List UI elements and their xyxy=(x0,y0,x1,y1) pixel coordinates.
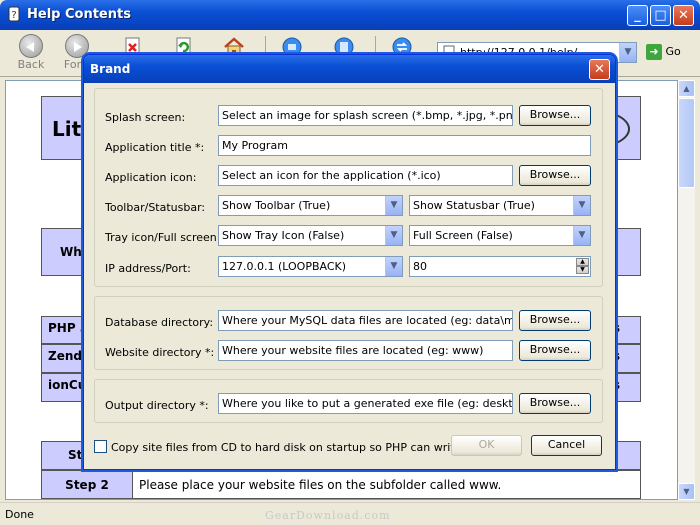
dialog-title: Brand xyxy=(90,62,131,76)
window-title: Help Contents xyxy=(27,7,131,22)
directories-group: Database directory: Where your MySQL dat… xyxy=(94,296,603,370)
dialog-close-button[interactable]: ✕ xyxy=(589,59,610,80)
app-title-field[interactable]: My Program xyxy=(218,135,591,156)
fullscreen-select[interactable]: Full Screen (False) ▼ xyxy=(409,225,591,246)
go-label: Go xyxy=(665,45,681,58)
app-title-label: Application title *: xyxy=(105,141,205,154)
scroll-up-icon[interactable]: ▲ xyxy=(678,80,695,97)
minimize-button[interactable]: _ xyxy=(627,5,648,26)
website-browse-button[interactable]: Browse... xyxy=(519,340,591,361)
close-button[interactable]: ✕ xyxy=(673,5,694,26)
statusbar-select[interactable]: Show Statusbar (True) ▼ xyxy=(409,195,591,216)
status-bar: Done GearDownload.com xyxy=(0,502,700,525)
chevron-down-icon[interactable]: ▼ xyxy=(385,196,402,215)
copy-files-label[interactable]: Copy site files from CD to hard disk on … xyxy=(111,441,487,454)
cancel-button[interactable]: Cancel xyxy=(531,435,602,456)
step2-label: Step 2 xyxy=(65,478,109,492)
toolbar-statusbar-label: Toolbar/Statusbar: xyxy=(105,201,206,214)
maximize-button[interactable]: □ xyxy=(650,5,671,26)
website-dir-label: Website directory *: xyxy=(105,346,215,359)
spin-up-icon[interactable]: ▲ xyxy=(576,258,589,266)
go-arrow-icon: ➜ xyxy=(646,44,662,60)
step2-text-cell: Please place your website files on the s… xyxy=(132,470,641,499)
watermark-text: GearDownload.com xyxy=(265,509,391,522)
ip-port-label: IP address/Port: xyxy=(105,262,191,275)
chevron-down-icon[interactable]: ▼ xyxy=(573,226,590,245)
port-spinner[interactable]: ▲ ▼ xyxy=(576,258,589,275)
splash-field[interactable]: Select an image for splash screen (*.bmp… xyxy=(218,105,513,126)
go-button[interactable]: ➜ Go xyxy=(646,44,681,60)
toolbar-select[interactable]: Show Toolbar (True) ▼ xyxy=(218,195,403,216)
step2-label-cell: Step 2 xyxy=(41,470,133,499)
svg-text:?: ? xyxy=(11,10,16,21)
back-arrow-icon xyxy=(19,34,43,58)
toolbar-select-value: Show Toolbar (True) xyxy=(222,199,331,212)
database-dir-field[interactable]: Where your MySQL data files are located … xyxy=(218,310,513,331)
output-dir-label: Output directory *: xyxy=(105,399,209,412)
app-icon-field[interactable]: Select an icon for the application (*.ic… xyxy=(218,165,513,186)
splash-label: Splash screen: xyxy=(105,111,186,124)
tray-icon-select[interactable]: Show Tray Icon (False) ▼ xyxy=(218,225,403,246)
website-dir-field[interactable]: Where your website files are located (eg… xyxy=(218,340,513,361)
tray-icon-select-value: Show Tray Icon (False) xyxy=(222,229,345,242)
app-icon-label: Application icon: xyxy=(105,171,197,184)
copy-files-checkbox[interactable] xyxy=(94,440,107,453)
database-dir-label: Database directory: xyxy=(105,316,214,329)
brand-dialog: Brand ✕ Splash screen: Select an image f… xyxy=(83,54,616,470)
application-settings-group: Splash screen: Select an image for splas… xyxy=(94,88,603,287)
statusbar-select-value: Show Statusbar (True) xyxy=(413,199,535,212)
scroll-thumb[interactable] xyxy=(678,98,695,188)
ip-address-select[interactable]: 127.0.0.1 (LOOPBACK) ▼ xyxy=(218,256,403,277)
help-app-icon: ? xyxy=(8,6,20,22)
status-text: Done xyxy=(5,508,34,521)
icon-browse-button[interactable]: Browse... xyxy=(519,165,591,186)
tray-fullscreen-label: Tray icon/Full screen: xyxy=(105,231,221,244)
ip-address-select-value: 127.0.0.1 (LOOPBACK) xyxy=(222,260,347,273)
output-browse-button[interactable]: Browse... xyxy=(519,393,591,414)
chevron-down-icon[interactable]: ▼ xyxy=(385,226,402,245)
window-titlebar: ? Help Contents _ □ ✕ xyxy=(0,0,700,30)
vertical-scrollbar[interactable]: ▲ ▼ xyxy=(678,80,695,500)
spin-down-icon[interactable]: ▼ xyxy=(576,266,589,274)
scroll-down-icon[interactable]: ▼ xyxy=(678,483,695,500)
address-dropdown-icon[interactable]: ▼ xyxy=(619,43,636,62)
database-browse-button[interactable]: Browse... xyxy=(519,310,591,331)
back-label: Back xyxy=(17,58,45,71)
splash-browse-button[interactable]: Browse... xyxy=(519,105,591,126)
back-button[interactable]: Back xyxy=(15,34,47,71)
fullscreen-select-value: Full Screen (False) xyxy=(413,229,513,242)
port-stepper[interactable]: 80 ▲ ▼ xyxy=(409,256,591,277)
chevron-down-icon[interactable]: ▼ xyxy=(385,257,402,276)
step2-text: Please place your website files on the s… xyxy=(139,478,502,492)
ok-button[interactable]: OK xyxy=(451,435,522,456)
dialog-titlebar: Brand ✕ xyxy=(84,55,615,83)
output-group: Output directory *: Where you like to pu… xyxy=(94,379,603,423)
chevron-down-icon[interactable]: ▼ xyxy=(573,196,590,215)
port-value: 80 xyxy=(413,260,427,273)
output-dir-field[interactable]: Where you like to put a generated exe fi… xyxy=(218,393,513,414)
